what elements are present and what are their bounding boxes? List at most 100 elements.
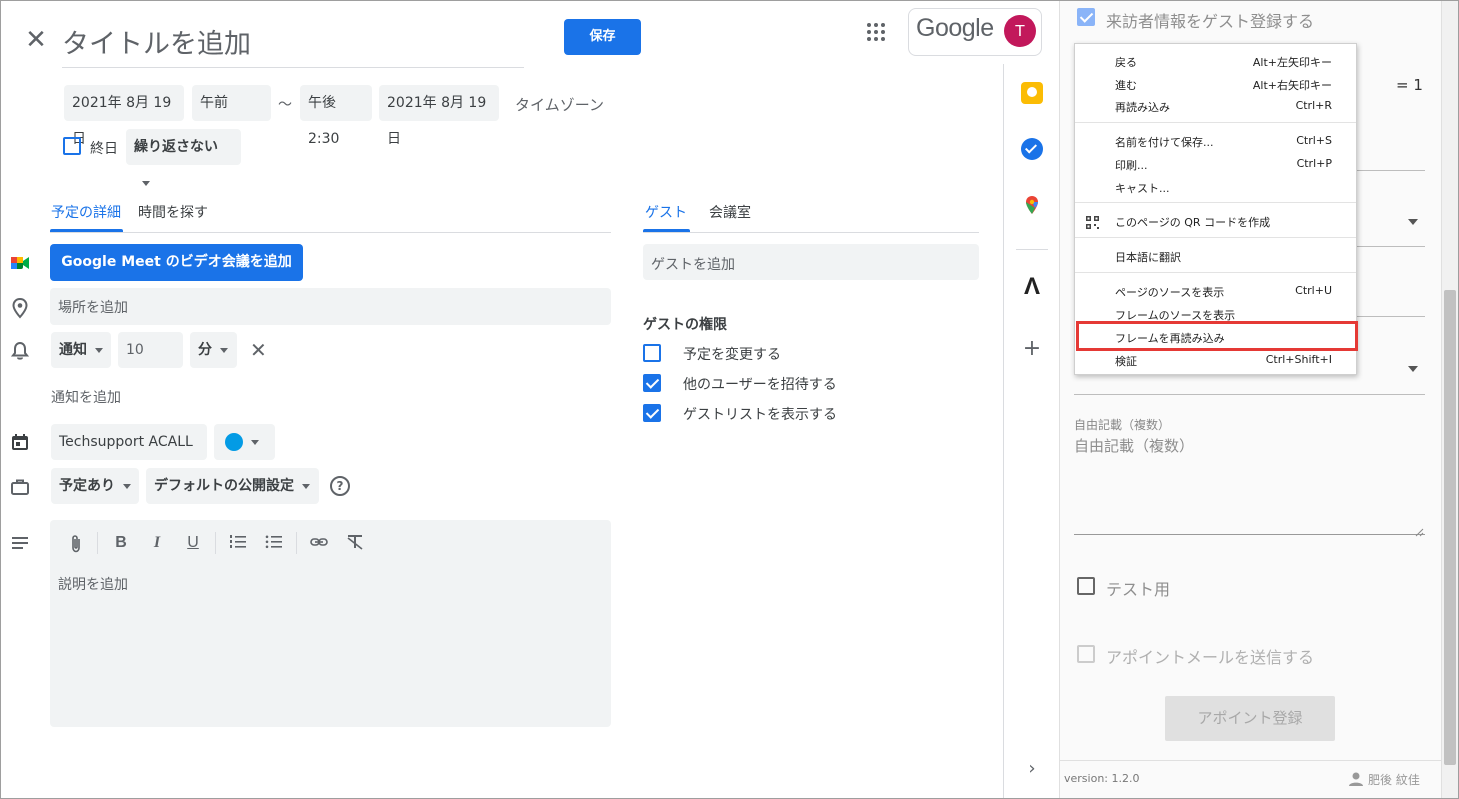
perm-see-list-label: ゲストリストを表示する <box>683 407 837 423</box>
tab-event-details[interactable]: 予定の詳細 <box>51 202 121 222</box>
resize-handle-icon[interactable] <box>1414 522 1424 537</box>
add-meet-button[interactable]: Google Meet のビデオ会議を追加 <box>50 244 303 281</box>
version-text: version: 1.2.0 <box>1064 772 1140 785</box>
chevron-down-icon <box>123 483 131 489</box>
menu-item-back[interactable]: 戻る <box>1115 54 1137 70</box>
guest-register-checkbox[interactable] <box>1077 8 1095 26</box>
free-text-input[interactable]: 自由記載（複数） <box>1074 435 1194 456</box>
tab-rooms[interactable]: 会議室 <box>709 202 751 222</box>
maps-icon[interactable] <box>1021 194 1043 216</box>
menu-item-save-as[interactable]: 名前を付けて保存... <box>1115 134 1214 150</box>
notify-unit-label: 分 <box>198 342 212 358</box>
chevron-down-icon <box>95 347 103 353</box>
tab-find-time[interactable]: 時間を探す <box>138 202 208 222</box>
availability-dropdown[interactable]: 予定あり <box>51 468 139 504</box>
menu-item-print[interactable]: 印刷... <box>1115 157 1148 173</box>
field-underline <box>1074 394 1425 395</box>
save-button[interactable]: 保存 <box>564 19 641 55</box>
scrollbar-thumb[interactable] <box>1444 290 1456 765</box>
free-text-underline <box>1074 534 1425 535</box>
briefcase-icon <box>9 476 31 498</box>
calendar-color-dropdown[interactable] <box>214 424 275 460</box>
close-icon[interactable]: ✕ <box>22 26 50 54</box>
chevron-down-icon <box>302 483 310 489</box>
title-input[interactable]: タイトルを追加 <box>62 18 524 68</box>
description-placeholder: 説明を追加 <box>58 577 128 593</box>
clear-formatting-icon[interactable] <box>344 534 366 554</box>
description-editor[interactable]: B I U 説明を追加 <box>50 520 611 727</box>
add-guest-input[interactable]: ゲストを追加 <box>643 244 979 280</box>
bulleted-list-icon[interactable] <box>263 534 285 554</box>
menu-item-cast[interactable]: キャスト... <box>1115 180 1170 196</box>
user-icon <box>1348 771 1364 787</box>
visibility-dropdown[interactable]: デフォルトの公開設定 <box>146 468 319 504</box>
remove-notification-icon[interactable]: ✕ <box>250 338 267 362</box>
calendar-name: Techsupport ACALL <box>59 434 193 450</box>
test-checkbox[interactable] <box>1077 577 1095 595</box>
attachment-icon[interactable] <box>65 534 87 558</box>
add-notification-link[interactable]: 通知を追加 <box>51 387 121 407</box>
underline-icon[interactable]: U <box>182 534 204 552</box>
acall-logo-icon[interactable]: Λ <box>1021 275 1043 299</box>
availability-label: 予定あり <box>59 478 115 494</box>
notify-type-dropdown[interactable]: 通知 <box>51 332 111 368</box>
menu-item-reload[interactable]: 再読み込み <box>1115 99 1170 115</box>
notify-unit-dropdown[interactable]: 分 <box>190 332 237 368</box>
menu-item-inspect[interactable]: 検証 <box>1115 353 1137 369</box>
bold-icon[interactable]: B <box>110 534 132 552</box>
end-date-chip[interactable]: 2021年 8月 19日 <box>379 85 499 147</box>
chevron-down-icon[interactable] <box>1408 219 1418 225</box>
help-icon[interactable]: ? <box>330 476 350 496</box>
chevron-down-icon[interactable] <box>1408 366 1418 372</box>
notify-value-input[interactable]: 10 <box>118 332 183 368</box>
timezone-link[interactable]: タイムゾーン <box>515 94 604 115</box>
menu-item-forward[interactable]: 進む <box>1115 77 1137 93</box>
visibility-label: デフォルトの公開設定 <box>154 478 294 494</box>
menu-separator <box>1075 237 1356 238</box>
chevron-down-icon <box>220 347 228 353</box>
chevron-down-icon <box>251 439 259 445</box>
perm-invite-checkbox[interactable] <box>643 374 661 392</box>
menu-shortcut: Ctrl+Shift+I <box>1265 353 1332 366</box>
guest-register-label: 来訪者情報をゲスト登録する <box>1106 12 1315 31</box>
chevron-down-icon <box>142 180 150 186</box>
apps-grid-icon[interactable] <box>864 20 888 44</box>
start-time-chip[interactable]: 午前11:30 <box>192 85 271 147</box>
menu-item-qr-code[interactable]: このページの QR コードを作成 <box>1115 214 1270 230</box>
appoint-mail-checkbox[interactable] <box>1077 645 1095 663</box>
menu-separator <box>1075 272 1356 273</box>
link-icon[interactable] <box>308 534 330 554</box>
menu-item-view-source[interactable]: ページのソースを表示 <box>1115 284 1224 300</box>
menu-shortcut: Ctrl+P <box>1296 157 1332 170</box>
tab-guests[interactable]: ゲスト <box>645 202 687 222</box>
notify-type-label: 通知 <box>59 342 87 358</box>
appoint-register-button[interactable]: アポイント登録 <box>1165 696 1335 741</box>
time-separator: 〜 <box>278 97 292 113</box>
start-date-chip[interactable]: 2021年 8月 19日 <box>64 85 184 147</box>
perm-modify-label: 予定を変更する <box>683 347 781 363</box>
location-pin-icon <box>9 297 31 319</box>
color-dot <box>225 433 243 451</box>
perm-see-list-checkbox[interactable] <box>643 404 661 422</box>
italic-icon[interactable]: I <box>146 534 168 552</box>
calendar-dropdown[interactable]: Techsupport ACALL <box>51 424 207 481</box>
numbered-list-icon[interactable] <box>227 534 249 554</box>
perm-modify-checkbox[interactable] <box>643 344 661 362</box>
keep-icon[interactable] <box>1021 82 1043 104</box>
allday-label: 終日 <box>90 141 118 157</box>
tabs-divider <box>50 232 611 233</box>
menu-item-translate[interactable]: 日本語に翻訳 <box>1115 249 1181 265</box>
avatar[interactable]: T <box>1004 15 1036 47</box>
guest-permissions-title: ゲストの権限 <box>643 317 727 333</box>
tasks-icon[interactable] <box>1021 138 1043 160</box>
free-text-label: 自由記載（複数） <box>1074 418 1171 432</box>
location-input[interactable]: 場所を追加 <box>50 288 611 325</box>
end-time-chip[interactable]: 午後2:30 <box>300 85 372 147</box>
footer-divider <box>1059 760 1441 761</box>
partial-value: = 1 <box>1396 76 1423 94</box>
user-name: 肥後 紋佳 <box>1368 773 1420 787</box>
chevron-right-icon[interactable]: › <box>1021 758 1043 780</box>
add-addon-icon[interactable]: + <box>1021 338 1043 360</box>
repeat-dropdown[interactable]: 繰り返さない <box>126 129 241 186</box>
allday-checkbox[interactable] <box>63 137 81 155</box>
